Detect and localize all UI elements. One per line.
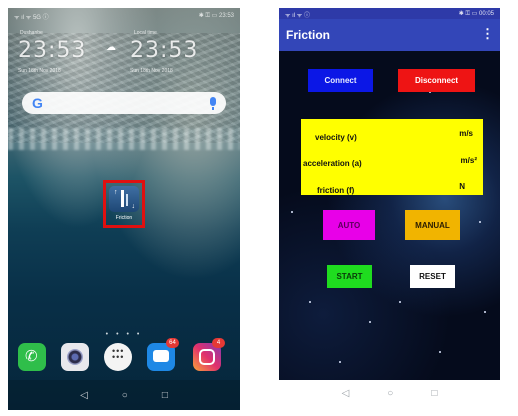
page-indicator: • • • • xyxy=(105,331,143,338)
reset-button[interactable]: RESET xyxy=(410,265,455,288)
clock-2-time[interactable]: 23:53 xyxy=(130,38,198,63)
cloud-sun-icon: ☁ xyxy=(106,42,116,53)
navigation-bar: ◁ ○ □ xyxy=(8,380,240,410)
acceleration-label: acceleration (a) xyxy=(303,159,362,168)
back-icon[interactable]: ◁ xyxy=(80,390,88,401)
overflow-menu-icon[interactable]: ⋮ xyxy=(481,26,494,42)
velocity-label: velocity (v) xyxy=(315,133,357,142)
acceleration-unit: m/s² xyxy=(460,156,477,165)
friction-unit: N xyxy=(459,182,465,191)
status-bar: ᯤ ıl ᯤ ⓘ ✱ ⚿ ▭ 00:05 xyxy=(279,8,500,19)
start-button[interactable]: START xyxy=(327,265,372,288)
home-icon[interactable]: ○ xyxy=(122,390,128,401)
wallpaper-foam xyxy=(8,128,240,150)
status-right: ✱ ⚿ ▭ 00:05 xyxy=(458,11,494,17)
app-title: Friction xyxy=(286,28,330,42)
apps-grid-icon[interactable]: ••• ••• xyxy=(104,343,132,371)
instagram-badge: 4 xyxy=(212,338,225,348)
phone-icon[interactable]: ✆ xyxy=(18,343,46,371)
friction-app-screen: ᯤ ıl ᯤ ⓘ ✱ ⚿ ▭ 00:05 Friction ⋮ Connect … xyxy=(279,8,500,406)
back-icon[interactable]: ◁ xyxy=(342,388,350,399)
google-logo: G xyxy=(32,95,43,111)
message-icon[interactable]: 64 xyxy=(147,338,179,371)
app-bar: Friction ⋮ xyxy=(279,19,500,51)
disconnect-button[interactable]: Disconnect xyxy=(398,69,475,92)
instagram-icon[interactable]: 4 xyxy=(193,338,225,371)
home-screen: ᯤ ıl ᯤ 5G ⓘ ✱ ⚿ ▭ 23:53 Dushanbe 23:53 S… xyxy=(8,8,240,410)
clock-1-date: Sun 18th Nov 2018 xyxy=(18,68,61,74)
clock-2-label: Local time xyxy=(134,30,157,36)
clock-1-time[interactable]: 23:53 xyxy=(18,38,86,63)
friction-app-shortcut[interactable]: ↑ ↓ Friction xyxy=(103,180,145,228)
friction-app-icon[interactable]: ↑ ↓ xyxy=(109,186,139,212)
manual-button[interactable]: MANUAL xyxy=(405,210,460,240)
messages-badge: 64 xyxy=(166,338,179,348)
status-right: ✱ ⚿ ▭ 23:53 xyxy=(198,13,234,19)
recents-icon[interactable]: □ xyxy=(162,390,168,401)
globe-background xyxy=(279,51,500,380)
mic-icon[interactable] xyxy=(210,97,216,110)
readout-panel: velocity (v) m/s acceleration (a) m/s² f… xyxy=(301,119,483,195)
camera-icon[interactable] xyxy=(61,343,89,371)
status-left: ᯤ ıl ᯤ ⓘ xyxy=(285,13,310,19)
status-left: ᯤ ıl ᯤ 5G ⓘ xyxy=(14,15,49,21)
dock: ✆ ••• ••• 64 4 xyxy=(8,338,240,373)
navigation-bar: ◁ ○ □ xyxy=(279,380,500,406)
friction-app-label: Friction xyxy=(115,215,133,221)
auto-button[interactable]: AUTO xyxy=(323,210,375,240)
home-icon[interactable]: ○ xyxy=(387,388,393,399)
clock-2-date: Sun 18th Nov 2018 xyxy=(130,68,173,74)
status-bar: ᯤ ıl ᯤ 5G ⓘ ✱ ⚿ ▭ 23:53 xyxy=(14,12,234,22)
recents-icon[interactable]: □ xyxy=(431,388,437,399)
friction-label: friction (f) xyxy=(317,186,355,195)
google-search-bar[interactable]: G xyxy=(22,92,226,114)
velocity-unit: m/s xyxy=(459,129,473,138)
connect-button[interactable]: Connect xyxy=(308,69,373,92)
clock-1-label: Dushanbe xyxy=(20,30,43,36)
